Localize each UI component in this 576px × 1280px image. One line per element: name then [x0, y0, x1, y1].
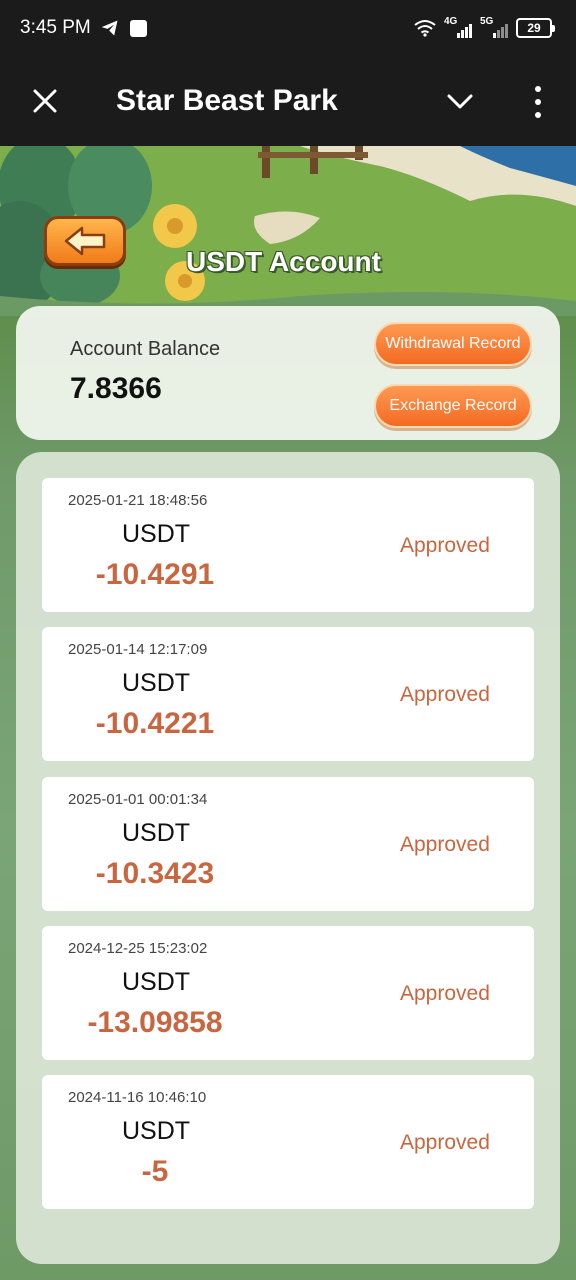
arrow-left-icon [64, 226, 106, 256]
record-status: Approved [400, 683, 490, 706]
record-currency: USDT [122, 1117, 191, 1145]
battery-icon: 29 [516, 18, 555, 38]
back-button[interactable] [44, 216, 126, 266]
record-item: 2025-01-21 18:48:56 USDT -10.4291 Approv… [42, 478, 534, 612]
record-item: 2024-12-25 15:23:02 USDT -13.09858 Appro… [42, 926, 534, 1060]
record-currency: USDT [122, 968, 191, 996]
record-time: 2024-11-16 10:46:10 [68, 1089, 207, 1106]
exchange-record-button[interactable]: Exchange Record [374, 384, 532, 428]
record-amount: -10.4221 [95, 707, 215, 740]
app-title: Star Beast Park [116, 84, 338, 117]
record-status: Approved [400, 1131, 490, 1154]
signal-5g-label: 5G [480, 16, 494, 27]
notification-icons [100, 18, 147, 38]
record-amount: -13.09858 [87, 1006, 223, 1039]
record-currency: USDT [122, 520, 191, 548]
signal-4g-label: 4G [444, 16, 458, 27]
balance-value: 7.8366 [70, 372, 162, 405]
record-time: 2025-01-14 12:17:09 [68, 641, 208, 658]
notification-square-icon [130, 19, 147, 37]
telegram-icon [101, 20, 118, 36]
balance-label: Account Balance [70, 338, 221, 360]
withdrawal-record-label: Withdrawal Record [385, 335, 521, 352]
signal-4g-icon: 4G [444, 16, 472, 40]
signal-5g-icon: 5G [480, 16, 508, 40]
battery-level: 29 [527, 21, 541, 35]
record-time: 2024-12-25 15:23:02 [68, 940, 208, 957]
record-currency: USDT [122, 669, 191, 697]
app-title-bar: Star Beast Park [0, 58, 576, 146]
status-time: 3:45 PM [20, 17, 91, 38]
page-heading: USDT Account [186, 246, 381, 277]
records-list[interactable]: 2025-01-21 18:48:56 USDT -10.4291 Approv… [16, 452, 560, 1264]
record-amount: -10.3423 [95, 857, 215, 890]
close-icon[interactable] [30, 86, 60, 116]
balance-card: Account Balance 7.8366 Withdrawal Record… [16, 306, 560, 440]
chevron-down-icon[interactable] [444, 90, 476, 114]
record-time: 2025-01-01 00:01:34 [68, 791, 208, 808]
record-item: 2025-01-14 12:17:09 USDT -10.4221 Approv… [42, 627, 534, 761]
exchange-record-label: Exchange Record [389, 397, 517, 414]
record-currency: USDT [122, 819, 191, 847]
record-item: 2024-11-16 10:46:10 USDT -5 Approved [42, 1075, 534, 1209]
record-amount: -5 [141, 1155, 169, 1188]
record-status: Approved [400, 982, 490, 1005]
record-item: 2025-01-01 00:01:34 USDT -10.3423 Approv… [42, 777, 534, 911]
record-status: Approved [400, 534, 490, 557]
record-amount: -10.4291 [95, 558, 215, 591]
record-status: Approved [400, 833, 490, 856]
more-options-icon[interactable] [528, 86, 548, 118]
game-view: USDT Account Account Balance 7.8366 With… [0, 146, 576, 1280]
withdrawal-record-button[interactable]: Withdrawal Record [374, 322, 532, 366]
record-time: 2025-01-21 18:48:56 [68, 492, 208, 509]
system-icons: 4G 5G 29 [414, 16, 555, 40]
status-bar: 3:45 PM 4G 5G 29 [0, 0, 576, 58]
wifi-icon [414, 20, 436, 37]
